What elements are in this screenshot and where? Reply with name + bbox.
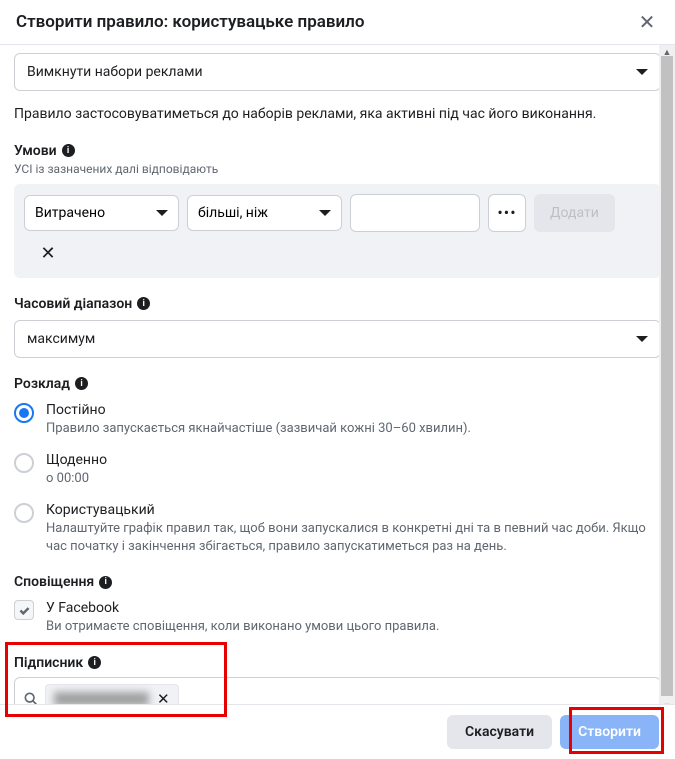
operator-select[interactable]: більші, ніж [187,195,342,231]
remove-condition-button[interactable]: ✕ [34,240,62,268]
notification-section: Сповіщення i У Facebook Ви отримаєте спо… [14,574,661,636]
scrollbar-thumb[interactable] [661,56,673,696]
conditions-label: Умови i [14,143,661,159]
timerange-section: Часовий діапазон i максимум [14,296,661,358]
radio-icon[interactable] [14,503,34,523]
schedule-option-daily[interactable]: Щоденно о 00:00 [14,452,661,488]
notification-label: Сповіщення i [14,574,661,590]
schedule-label: Розклад i [14,376,661,392]
action-select-value: Вимкнути набори реклами [27,64,203,80]
info-icon[interactable]: i [99,576,112,589]
schedule-radio-group: Постійно Правило запускається якнайчасті… [14,402,661,557]
info-icon[interactable]: i [75,377,88,390]
radio-icon[interactable] [14,403,34,423]
close-button[interactable]: ✕ [635,10,659,34]
rule-description: Правило застосовуватиметься до наборів р… [14,105,661,125]
notification-facebook-option[interactable]: У Facebook Ви отримаєте сповіщення, коли… [14,600,661,636]
timerange-select[interactable]: максимум [14,320,661,358]
chevron-down-icon [636,336,648,342]
radio-icon[interactable] [14,453,34,473]
add-condition-button[interactable]: Додати [534,194,615,232]
conditions-hint: УСІ із зазначених далі відповідають [14,162,661,176]
highlight-annotation [5,642,227,717]
dialog-content: Вимкнути набори реклами Правило застосов… [0,45,675,715]
schedule-option-continuous[interactable]: Постійно Правило запускається якнайчасті… [14,402,661,438]
cancel-button[interactable]: Скасувати [447,715,552,749]
checkbox-icon[interactable] [14,600,34,620]
highlight-annotation [569,707,664,754]
conditions-section: Умови i УСІ із зазначених далі відповіда… [14,143,661,278]
schedule-option-custom[interactable]: Користувацький Налаштуйте графік правил … [14,502,661,556]
chevron-down-icon [636,69,648,75]
timerange-label: Часовий діапазон i [14,296,661,312]
timerange-value: максимум [27,331,95,347]
more-options-button[interactable]: ••• [488,194,526,232]
value-input[interactable] [350,194,480,232]
info-icon[interactable]: i [62,144,75,157]
chevron-down-icon [319,210,331,216]
condition-row: Витрачено більші, ніж ••• Додати [24,194,651,232]
metric-select[interactable]: Витрачено [24,195,179,231]
chevron-down-icon [156,210,168,216]
dialog-header: Створити правило: користувацьке правило … [0,0,675,45]
condition-block: Витрачено більші, ніж ••• Додати ✕ [14,184,661,278]
schedule-section: Розклад i Постійно Правило запускається … [14,376,661,557]
dialog-title: Створити правило: користувацьке правило [16,12,365,32]
action-select[interactable]: Вимкнути набори реклами [14,53,661,91]
info-icon[interactable]: i [137,297,150,310]
